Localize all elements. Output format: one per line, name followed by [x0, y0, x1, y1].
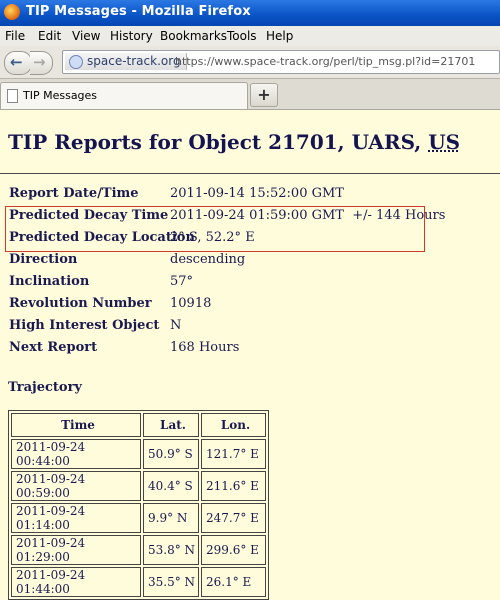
cell-lon: 247.7° E	[201, 503, 266, 533]
menu-history[interactable]: History	[110, 29, 153, 43]
globe-icon	[69, 55, 83, 69]
detail-value: 2011-09-24 01:59:00 GMT +/- 144 Hours	[170, 208, 446, 223]
cell-time: 2011-09-24 00:59:00	[11, 471, 141, 501]
detail-label: Revolution Number	[9, 296, 152, 311]
cell-time: 2011-09-24 01:14:00	[11, 503, 141, 533]
window-title: TIP Messages - Mozilla Firefox	[26, 4, 251, 19]
table-row: 2011-09-24 00:59:00 40.4° S 211.6° E	[11, 471, 266, 501]
forward-button[interactable]: →	[30, 51, 53, 75]
menu-edit[interactable]: Edit	[38, 29, 61, 43]
cell-lon: 211.6° E	[201, 471, 266, 501]
detail-label: Direction	[9, 252, 78, 267]
column-header-lon: Lon.	[201, 413, 266, 437]
window-titlebar: TIP Messages - Mozilla Firefox	[0, 0, 500, 26]
detail-label: Predicted Decay Time	[9, 208, 169, 223]
menu-bookmarks[interactable]: Bookmarks	[160, 29, 227, 43]
detail-value: 57°	[170, 274, 194, 289]
cell-lat: 35.5° N	[143, 567, 199, 597]
page-content: TIP Reports for Object 21701, UARS, US R…	[0, 110, 500, 600]
country-abbr: US	[428, 130, 461, 154]
detail-value: 168 Hours	[170, 340, 240, 355]
detail-value: descending	[170, 252, 246, 267]
detail-label: Next Report	[9, 340, 98, 355]
detail-value: 10918	[170, 296, 212, 311]
cell-lat: 9.9° N	[143, 503, 199, 533]
detail-label: Report Date/Time	[9, 186, 139, 201]
table-row: 2011-09-24 01:14:00 9.9° N 247.7° E	[11, 503, 266, 533]
tab-tip-messages[interactable]: TIP Messages	[0, 82, 248, 109]
cell-lat: 40.4° S	[143, 471, 199, 501]
cell-lat: 53.8° N	[143, 535, 199, 565]
cell-time: 2011-09-24 00:44:00	[11, 439, 141, 469]
table-row: 2011-09-24 01:29:00 53.8° N 299.6° E	[11, 535, 266, 565]
forward-arrow-icon: →	[33, 53, 46, 71]
cell-lon: 121.7° E	[201, 439, 266, 469]
cell-time: 2011-09-24 01:44:00	[11, 567, 141, 597]
menu-file[interactable]: File	[5, 29, 25, 43]
detail-label: Inclination	[9, 274, 90, 289]
back-button[interactable]: ←	[4, 51, 32, 75]
url-text[interactable]: https://www.space-track.org/perl/tip_msg…	[175, 55, 475, 68]
cell-lat: 50.9° S	[143, 439, 199, 469]
divider	[0, 173, 500, 174]
column-header-lat: Lat.	[143, 413, 199, 437]
trajectory-table: Time Lat. Lon. 2011-09-24 00:44:00 50.9°…	[8, 410, 269, 600]
menu-bar: File Edit View History Bookmarks Tools H…	[0, 26, 500, 46]
trajectory-heading: Trajectory	[8, 380, 82, 395]
detail-label: Predicted Decay Location	[9, 230, 195, 245]
cell-lon: 26.1° E	[201, 567, 266, 597]
detail-value: 2° S, 52.2° E	[170, 230, 255, 245]
page-icon	[7, 89, 18, 103]
menu-view[interactable]: View	[72, 29, 100, 43]
page-title: TIP Reports for Object 21701, UARS, US	[8, 130, 461, 154]
tab-label: TIP Messages	[23, 89, 98, 102]
new-tab-button[interactable]: +	[250, 83, 278, 107]
menu-tools[interactable]: Tools	[227, 29, 257, 43]
table-header-row: Time Lat. Lon.	[11, 413, 266, 437]
cell-time: 2011-09-24 01:29:00	[11, 535, 141, 565]
detail-value: 2011-09-14 15:52:00 GMT	[170, 186, 344, 201]
table-row: 2011-09-24 01:44:00 35.5° N 26.1° E	[11, 567, 266, 597]
back-arrow-icon: ←	[10, 53, 23, 71]
detail-value: N	[170, 318, 182, 333]
address-bar[interactable]: space-track.org https://www.space-track.…	[62, 50, 500, 74]
cell-lon: 299.6° E	[201, 535, 266, 565]
site-identity-label: space-track.org	[87, 54, 181, 68]
site-identity-button[interactable]: space-track.org	[65, 53, 187, 70]
tab-strip: TIP Messages +	[0, 79, 500, 110]
table-row: 2011-09-24 00:44:00 50.9° S 121.7° E	[11, 439, 266, 469]
firefox-icon	[4, 4, 20, 20]
detail-label: High Interest Object	[9, 318, 160, 333]
menu-help[interactable]: Help	[266, 29, 293, 43]
column-header-time: Time	[11, 413, 141, 437]
navigation-toolbar: ← → space-track.org https://www.space-tr…	[0, 46, 500, 79]
